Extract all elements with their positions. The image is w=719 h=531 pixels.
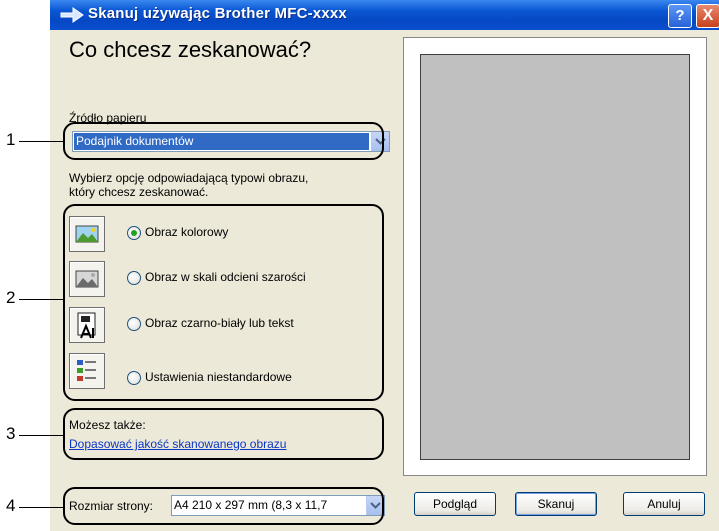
callout-box-3 [63,408,384,460]
callout-line-2 [19,299,63,300]
callout-box-4 [63,487,384,525]
callout-line-1 [19,141,63,142]
preview-area [420,54,690,460]
page-title: Co chcesz zeskanować? [69,37,312,62]
preview-frame [403,37,707,476]
window-title: Skanuj używając Brother MFC-xxxx [88,5,347,22]
callout-line-4 [19,507,63,508]
callout-box-1 [63,122,384,160]
callout-number-4: 4 [6,496,16,515]
callout-number-2: 2 [6,288,16,307]
title-bar[interactable]: Skanuj używając Brother MFC-xxxx ? X [50,0,719,30]
arrow-right-icon [60,6,84,24]
instruction-line-1: Wybierz opcję odpowiadającą typowi obraz… [69,171,309,185]
scan-button[interactable]: Skanuj [515,492,597,516]
callout-box-2 [63,204,384,401]
callout-line-3 [19,435,63,436]
help-button[interactable]: ? [668,4,692,28]
cancel-button[interactable]: Anuluj [623,492,705,516]
preview-button[interactable]: Podgląd [414,492,496,516]
callout-number-1: 1 [6,130,16,149]
instruction-line-2: który chcesz zeskanować. [69,185,209,199]
close-button[interactable]: X [696,4,719,28]
callout-number-3: 3 [6,424,16,443]
